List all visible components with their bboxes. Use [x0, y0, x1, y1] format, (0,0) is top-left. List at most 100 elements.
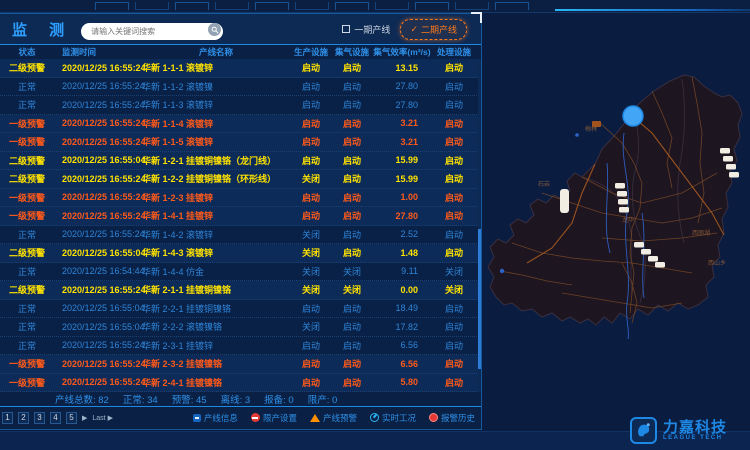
legend-line-info[interactable]: 产线信息: [193, 412, 238, 424]
line-info-icon: [193, 414, 201, 422]
map-marker[interactable]: [619, 207, 629, 213]
summary-item: 报备: 0: [264, 392, 294, 406]
page-number[interactable]: 2: [18, 412, 29, 424]
search-button[interactable]: [208, 23, 221, 36]
cell-status: 一级预警: [0, 117, 54, 130]
legend-limit-setting[interactable]: 限产设置: [251, 412, 297, 424]
cell-prod: 关闭: [290, 246, 332, 259]
page-number[interactable]: 5: [66, 412, 77, 424]
cell-rate: 15.99: [372, 174, 432, 184]
table-row[interactable]: 正常2020/12/25 16:55:04华新 2-2-1 挂镀铜镍铬启动启动1…: [0, 300, 481, 319]
map-marker[interactable]: [655, 262, 665, 268]
cell-rate: 9.11: [372, 266, 432, 276]
check-icon: ✓: [410, 24, 418, 35]
table-row[interactable]: 正常2020/12/25 16:54:44华新 1-4-4 仿金关闭关闭9.11…: [0, 263, 481, 282]
legend-label: 实时工况: [382, 412, 416, 424]
cell-status: 正常: [0, 228, 54, 241]
table-row[interactable]: 正常2020/12/25 16:55:24华新 2-3-1 挂镀锌启动启动6.5…: [0, 337, 481, 356]
alarm-history-icon: [429, 413, 438, 422]
map-marker[interactable]: [648, 256, 658, 262]
legend-label: 限产设置: [263, 412, 297, 424]
table-row[interactable]: 正常2020/12/25 16:55:24华新 1-1-3 滚镀锌启动启动27.…: [0, 96, 481, 115]
cell-line: 华新 1-1-4 滚镀锌: [140, 117, 290, 130]
cell-gas: 启动: [332, 61, 372, 74]
cell-prod: 关闭: [290, 320, 332, 333]
last-page-button[interactable]: Last ▶: [92, 414, 113, 422]
cell-treat: 启动: [432, 209, 476, 222]
table-row[interactable]: 正常2020/12/25 16:55:04华新 2-2-2 滚镀镍铬关闭启动17…: [0, 318, 481, 337]
table-row[interactable]: 二级预警2020/12/25 16:55:24华新 1-1-1 滚镀锌启动启动1…: [0, 59, 481, 78]
legend-realtime-status[interactable]: 实时工况: [370, 412, 416, 424]
cell-prod: 启动: [290, 339, 332, 352]
checkbox-icon[interactable]: [342, 25, 350, 33]
cell-time: 2020/12/25 16:55:24: [54, 377, 140, 387]
map-marker[interactable]: [618, 199, 628, 205]
cell-gas: 启动: [332, 209, 372, 222]
table-row[interactable]: 正常2020/12/25 16:55:24华新 1-1-2 滚镀镍启动启动27.…: [0, 78, 481, 97]
table-row[interactable]: 一级预警2020/12/25 16:55:24华新 1-4-1 挂镀锌启动启动2…: [0, 207, 481, 226]
cell-prod: 关闭: [290, 228, 332, 241]
table-row[interactable]: 一级预警2020/12/25 16:55:24华新 1-1-5 滚镀锌启动启动3…: [0, 133, 481, 152]
cell-status: 二级预警: [0, 172, 54, 185]
cell-line: 华新 2-4-1 挂镀镍铬: [140, 376, 290, 389]
top-decorative-strip: [0, 0, 750, 13]
device-cluster-circle[interactable]: [623, 106, 643, 126]
cell-rate: 27.80: [372, 100, 432, 110]
table-row[interactable]: 二级预警2020/12/25 16:55:04华新 1-2-1 挂镀铜镍铬（龙门…: [0, 152, 481, 171]
cell-line: 华新 1-2-2 挂镀铜镍铬（环形线）: [140, 172, 290, 185]
realtime-status-icon: [370, 413, 379, 422]
map-marker[interactable]: [634, 242, 644, 248]
phase2-button[interactable]: ✓ 二期产线: [400, 19, 467, 40]
cell-time: 2020/12/25 16:55:24: [54, 229, 140, 239]
map-marker[interactable]: [615, 183, 625, 189]
search-icon: [211, 22, 219, 37]
legend-alarm-history[interactable]: 报警历史: [429, 412, 475, 424]
phase1-toggle[interactable]: 一期产线: [342, 23, 390, 36]
cell-rate: 1.48: [372, 248, 432, 258]
cell-treat: 启动: [432, 80, 476, 93]
district-map[interactable]: 梅林石岩龙华西丽湖西山乡: [482, 13, 750, 450]
table-row[interactable]: 一级预警2020/12/25 16:55:24华新 1-2-3 挂镀锌启动启动1…: [0, 189, 481, 208]
search-input[interactable]: [81, 23, 223, 40]
cell-gas: 启动: [332, 246, 372, 259]
cell-time: 2020/12/25 16:55:04: [54, 322, 140, 332]
map-marker[interactable]: [641, 249, 651, 255]
map-label: 龙华: [622, 216, 634, 224]
map-marker[interactable]: [723, 156, 733, 162]
legend-line-warning[interactable]: 产线预警: [310, 412, 357, 424]
map-label: 西丽湖: [692, 229, 710, 237]
cell-prod: 关闭: [290, 265, 332, 278]
scrollbar-track[interactable]: [478, 59, 481, 392]
cell-prod: 关闭: [290, 283, 332, 296]
cell-time: 2020/12/25 16:55:24: [54, 174, 140, 184]
page-number[interactable]: 1: [2, 412, 13, 424]
map-marker[interactable]: [729, 172, 739, 178]
page-number[interactable]: 4: [50, 412, 61, 424]
summary-item: 正常: 34: [123, 392, 158, 406]
map-label: 梅林: [585, 125, 597, 133]
logo-name: 力嘉科技: [663, 420, 727, 435]
table-row[interactable]: 一级预警2020/12/25 16:55:24华新 2-4-1 挂镀镍铬启动启动…: [0, 374, 481, 393]
page-number[interactable]: 3: [34, 412, 45, 424]
map-tower-marker[interactable]: [560, 189, 569, 213]
map-marker[interactable]: [617, 191, 627, 197]
table-row[interactable]: 二级预警2020/12/25 16:55:24华新 2-1-1 挂镀铜镍铬关闭关…: [0, 281, 481, 300]
summary-bar: 产线总数: 82正常: 34预警: 45离线: 3报备: 0限产: 0: [0, 392, 481, 406]
table-row[interactable]: 一级预警2020/12/25 16:55:24华新 2-3-2 挂镀镍铬启动启动…: [0, 355, 481, 374]
logo-face-icon: [630, 417, 657, 444]
map-marker[interactable]: [726, 164, 736, 170]
scrollbar-thumb[interactable]: [478, 229, 481, 369]
cell-gas: 启动: [332, 117, 372, 130]
next-page-icon[interactable]: ▶: [82, 414, 87, 422]
table-row[interactable]: 二级预警2020/12/25 16:55:24华新 1-2-2 挂镀铜镍铬（环形…: [0, 170, 481, 189]
cell-rate: 13.15: [372, 63, 432, 73]
cell-treat: 启动: [432, 228, 476, 241]
cell-line: 华新 1-1-2 滚镀镍: [140, 80, 290, 93]
map-marker[interactable]: [720, 148, 730, 154]
cell-time: 2020/12/25 16:55:24: [54, 211, 140, 221]
table-row[interactable]: 正常2020/12/25 16:55:24华新 1-4-2 滚镀锌关闭启动2.5…: [0, 226, 481, 245]
cell-rate: 17.82: [372, 322, 432, 332]
cell-time: 2020/12/25 16:55:24: [54, 63, 140, 73]
table-row[interactable]: 一级预警2020/12/25 16:55:24华新 1-1-4 滚镀锌启动启动3…: [0, 115, 481, 134]
table-row[interactable]: 二级预警2020/12/25 16:55:04华新 1-4-3 滚镀锌关闭启动1…: [0, 244, 481, 263]
